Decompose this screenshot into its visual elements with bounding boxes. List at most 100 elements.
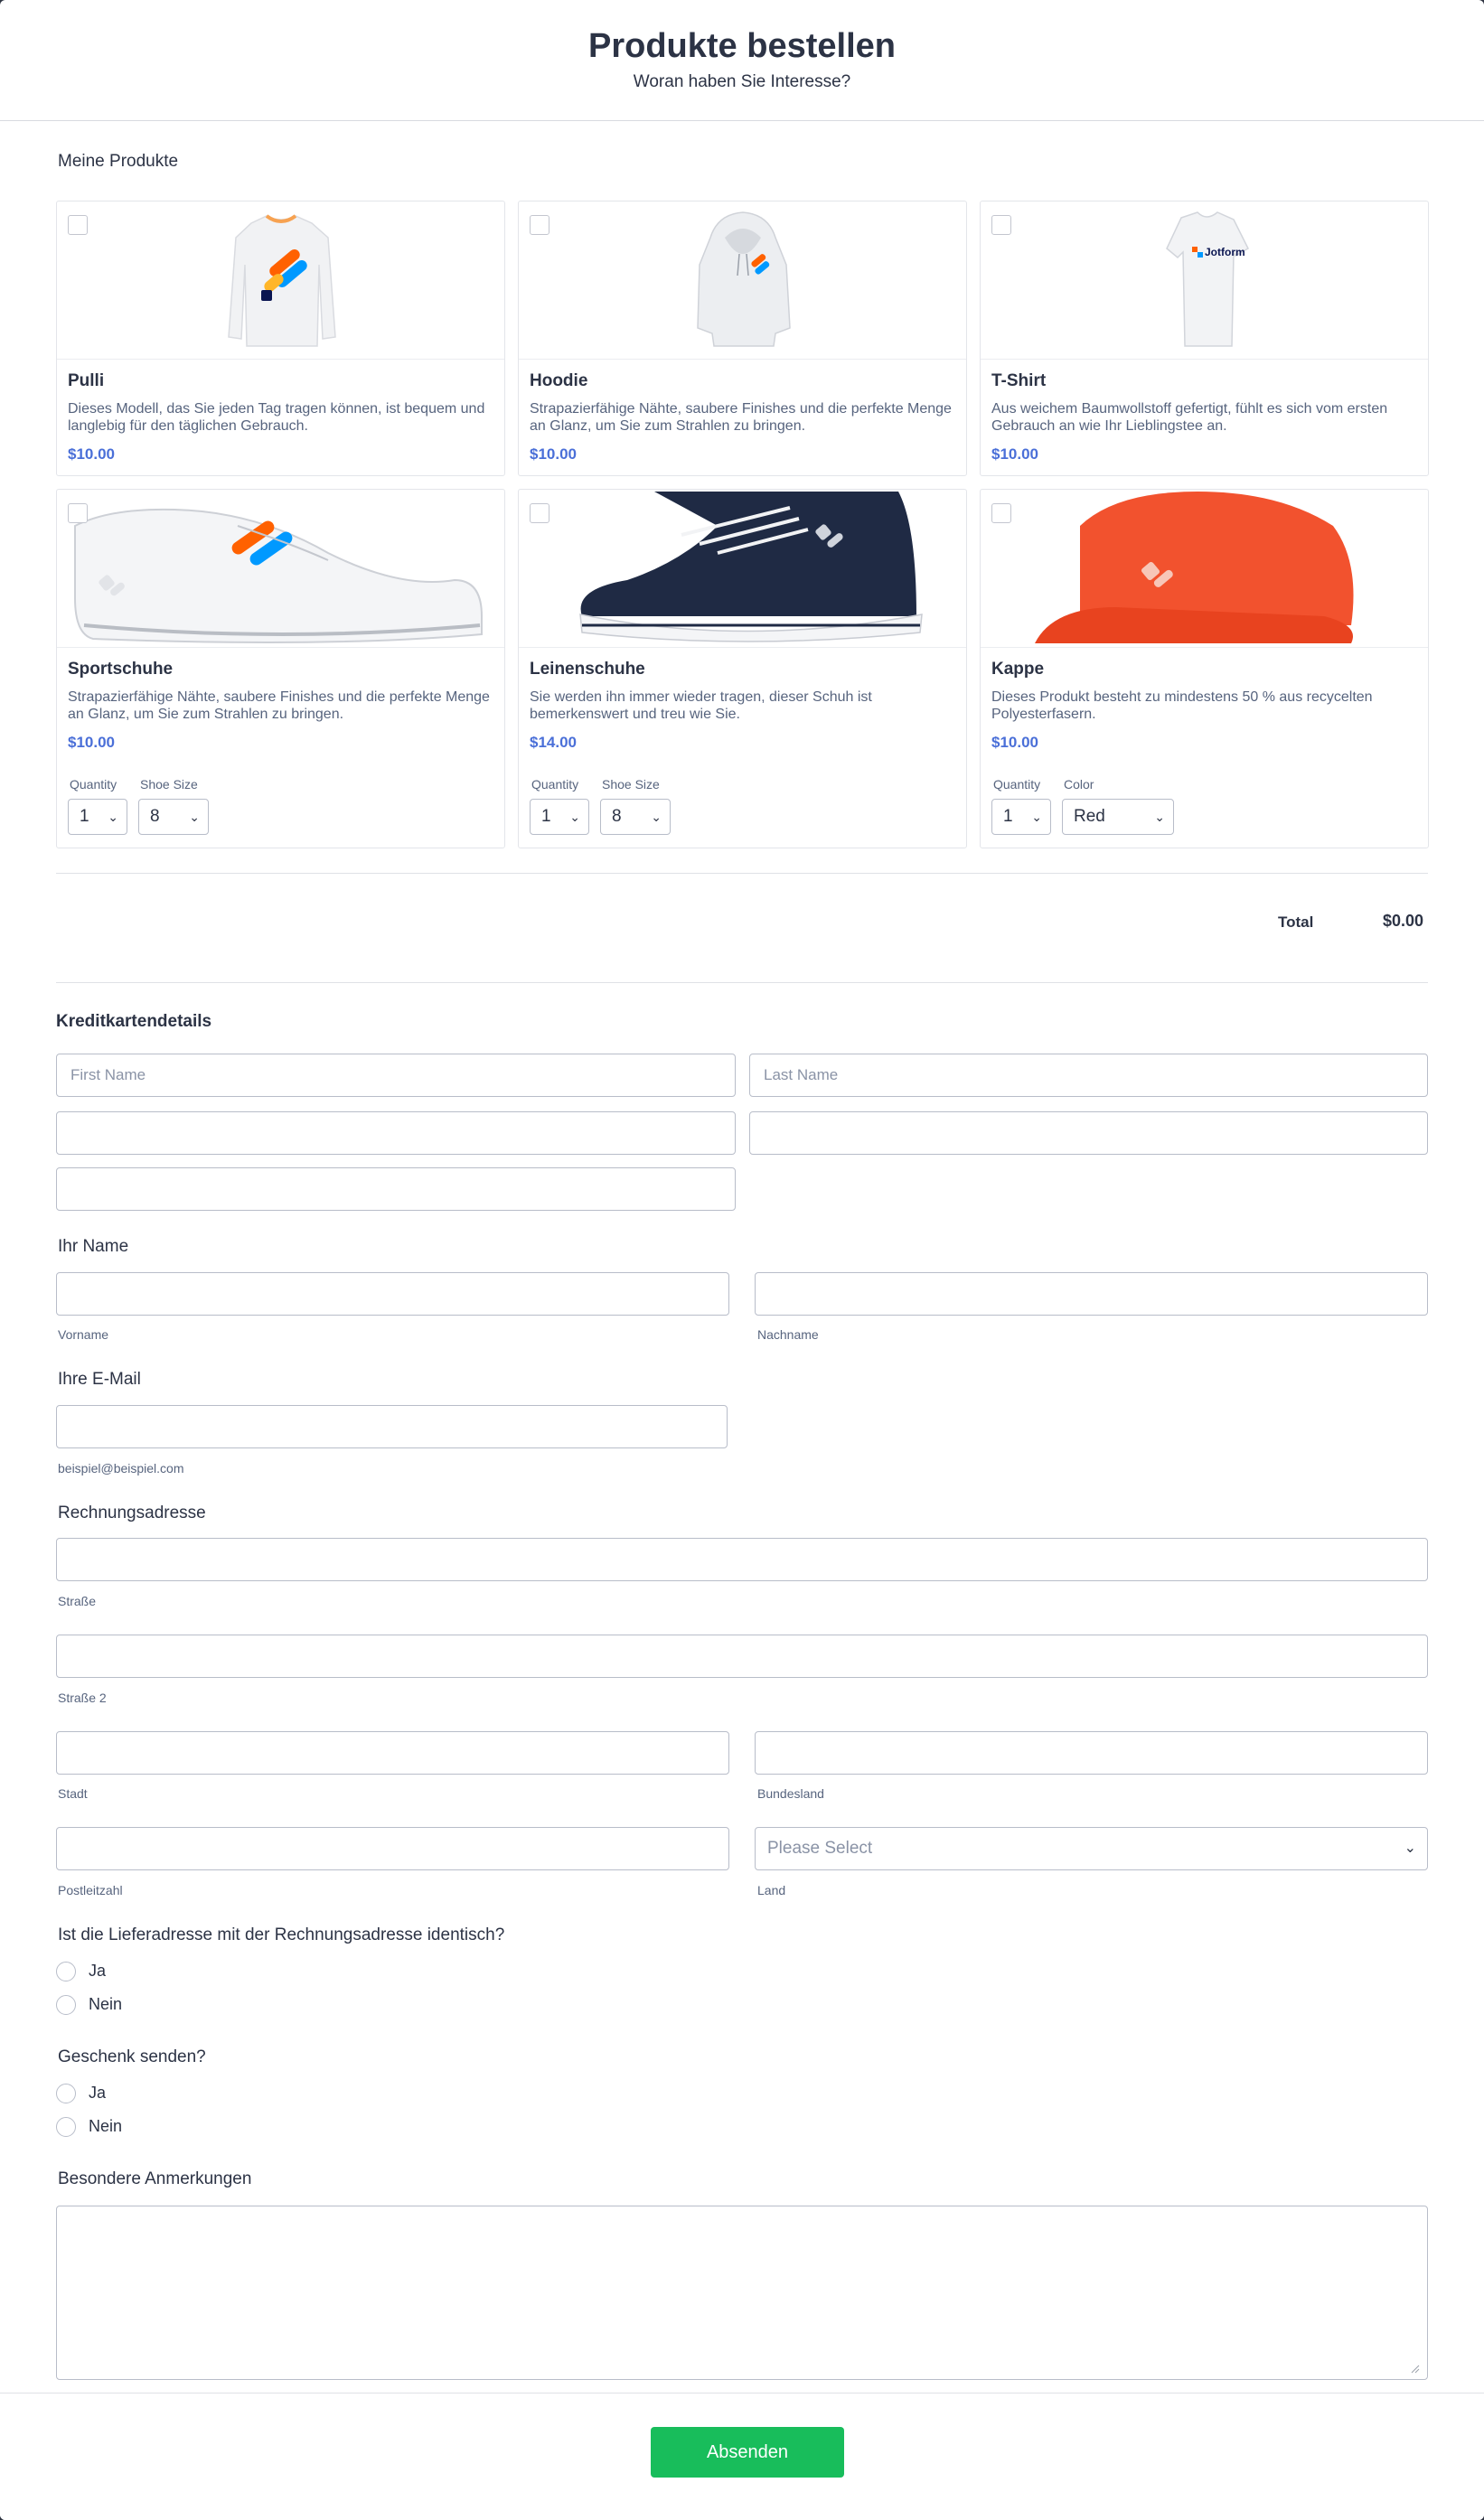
canvas-shoe-image	[579, 492, 923, 642]
cc-first-name-input[interactable]: First Name	[56, 1054, 736, 1097]
quantity-select[interactable]: 1 ⌄	[991, 799, 1051, 835]
product-checkbox[interactable]	[991, 503, 1011, 523]
quantity-value: 1	[1003, 807, 1013, 826]
product-checkbox[interactable]	[68, 503, 88, 523]
product-price: $10.00	[530, 445, 577, 463]
product-price: $10.00	[991, 734, 1038, 751]
shoe-size-label: Shoe Size	[602, 777, 660, 792]
total-label: Total	[1278, 913, 1314, 931]
hoodie-image	[697, 211, 791, 347]
product-checkbox[interactable]	[68, 215, 88, 235]
chevron-down-icon: ⌄	[108, 810, 118, 824]
product-checkbox[interactable]	[530, 215, 549, 235]
product-card-sportschuhe[interactable]: Sportschuhe Strapazierfähige Nähte, saub…	[56, 489, 505, 848]
notes-textarea[interactable]	[56, 2206, 1428, 2380]
tshirt-image: Jotform	[1166, 211, 1249, 347]
shoe-size-value: 8	[612, 807, 622, 826]
product-price: $10.00	[68, 734, 115, 751]
address-label: Rechnungsadresse	[58, 1504, 206, 1522]
same-address-question: Ist die Lieferadresse mit der Rechnungsa…	[58, 1925, 505, 1944]
product-card-tshirt[interactable]: Jotform T-Shirt Aus weichem Baumwollstof…	[980, 201, 1429, 476]
product-image	[519, 201, 966, 360]
cc-expiry-input[interactable]	[56, 1167, 736, 1211]
product-name: Leinenschuhe	[530, 660, 645, 679]
chevron-down-icon: ⌄	[569, 810, 580, 824]
city-input[interactable]	[56, 1731, 729, 1775]
chevron-down-icon: ⌄	[1154, 810, 1165, 824]
quantity-select[interactable]: 1 ⌄	[530, 799, 589, 835]
street-input[interactable]	[56, 1538, 1428, 1581]
gift-yes-radio[interactable]	[56, 2084, 76, 2103]
product-card-pulli[interactable]: Pulli Dieses Modell, das Sie jeden Tag t…	[56, 201, 505, 476]
divider	[56, 982, 1428, 983]
same-address-no-label[interactable]: Nein	[89, 1995, 122, 2014]
street-sublabel: Straße	[58, 1594, 97, 1608]
gift-yes-label[interactable]: Ja	[89, 2084, 106, 2103]
credit-card-title: Kreditkartendetails	[56, 1012, 212, 1031]
product-name: Sportschuhe	[68, 660, 174, 679]
quantity-value: 1	[541, 807, 551, 826]
product-checkbox[interactable]	[530, 503, 549, 523]
product-name: Pulli	[68, 371, 105, 390]
shoe-size-select[interactable]: 8 ⌄	[138, 799, 209, 835]
gift-no-radio[interactable]	[56, 2117, 76, 2137]
quantity-label: Quantity	[531, 777, 579, 792]
submit-button[interactable]: Absenden	[651, 2427, 844, 2478]
product-image	[981, 490, 1428, 648]
street2-input[interactable]	[56, 1635, 1428, 1678]
state-input[interactable]	[755, 1731, 1428, 1775]
color-select[interactable]: Red ⌄	[1062, 799, 1174, 835]
cc-security-code-input[interactable]	[749, 1111, 1428, 1155]
color-value: Red	[1074, 807, 1105, 826]
quantity-label: Quantity	[993, 777, 1041, 792]
quantity-select[interactable]: 1 ⌄	[68, 799, 127, 835]
quantity-label: Quantity	[70, 777, 117, 792]
email-hint: beispiel@beispiel.com	[58, 1461, 184, 1475]
gift-question: Geschenk senden?	[58, 2047, 206, 2066]
product-price: $14.00	[530, 734, 577, 751]
zip-input[interactable]	[56, 1827, 729, 1870]
product-image	[519, 490, 966, 648]
same-address-no-radio[interactable]	[56, 1995, 76, 2015]
product-image	[57, 490, 504, 648]
product-description: Dieses Modell, das Sie jeden Tag tragen …	[68, 401, 485, 434]
total-value: $0.00	[1383, 912, 1424, 930]
sneaker-image	[74, 508, 483, 643]
form-header: Produkte bestellen Woran haben Sie Inter…	[0, 0, 1484, 121]
product-card-leinenschuhe[interactable]: Leinenschuhe Sie werden ihn immer wieder…	[518, 489, 967, 848]
last-name-input[interactable]	[755, 1272, 1428, 1316]
same-address-yes-radio[interactable]	[56, 1962, 76, 1981]
cc-last-name-input[interactable]: Last Name	[749, 1054, 1428, 1097]
product-card-kappe[interactable]: Kappe Dieses Produkt besteht zu mindeste…	[980, 489, 1429, 848]
state-sublabel: Bundesland	[757, 1786, 824, 1801]
product-image	[57, 201, 504, 360]
page-subtitle: Woran haben Sie Interesse?	[633, 72, 851, 91]
cc-number-input[interactable]	[56, 1111, 736, 1155]
product-description: Sie werden ihn immer wieder tragen, dies…	[530, 689, 872, 722]
email-input[interactable]	[56, 1405, 728, 1448]
shoe-size-value: 8	[150, 807, 160, 826]
product-card-hoodie[interactable]: Hoodie Strapazierfähige Nähte, saubere F…	[518, 201, 967, 476]
product-name: T-Shirt	[991, 371, 1047, 390]
product-description: Aus weichem Baumwollstoff gefertigt, füh…	[991, 401, 1388, 434]
sweater-image	[228, 214, 336, 347]
shoe-size-select[interactable]: 8 ⌄	[600, 799, 671, 835]
chevron-down-icon: ⌄	[1031, 810, 1042, 824]
country-placeholder: Please Select	[767, 1839, 873, 1858]
first-name-input[interactable]	[56, 1272, 729, 1316]
email-label: Ihre E-Mail	[58, 1370, 141, 1389]
color-label: Color	[1064, 777, 1094, 792]
product-checkbox[interactable]	[991, 215, 1011, 235]
quantity-value: 1	[80, 807, 89, 826]
product-price: $10.00	[68, 445, 115, 463]
same-address-yes-label[interactable]: Ja	[89, 1962, 106, 1981]
country-select[interactable]: Please Select ⌄	[755, 1827, 1428, 1870]
form-page: Produkte bestellen Woran haben Sie Inter…	[0, 0, 1484, 2520]
tshirt-logo-text: Jotform	[1205, 246, 1245, 258]
resize-handle-icon[interactable]	[1411, 2365, 1420, 2374]
chevron-down-icon: ⌄	[189, 810, 200, 824]
product-price: $10.00	[991, 445, 1038, 463]
product-name: Hoodie	[530, 371, 588, 390]
notes-label: Besondere Anmerkungen	[58, 2169, 252, 2188]
gift-no-label[interactable]: Nein	[89, 2117, 122, 2136]
